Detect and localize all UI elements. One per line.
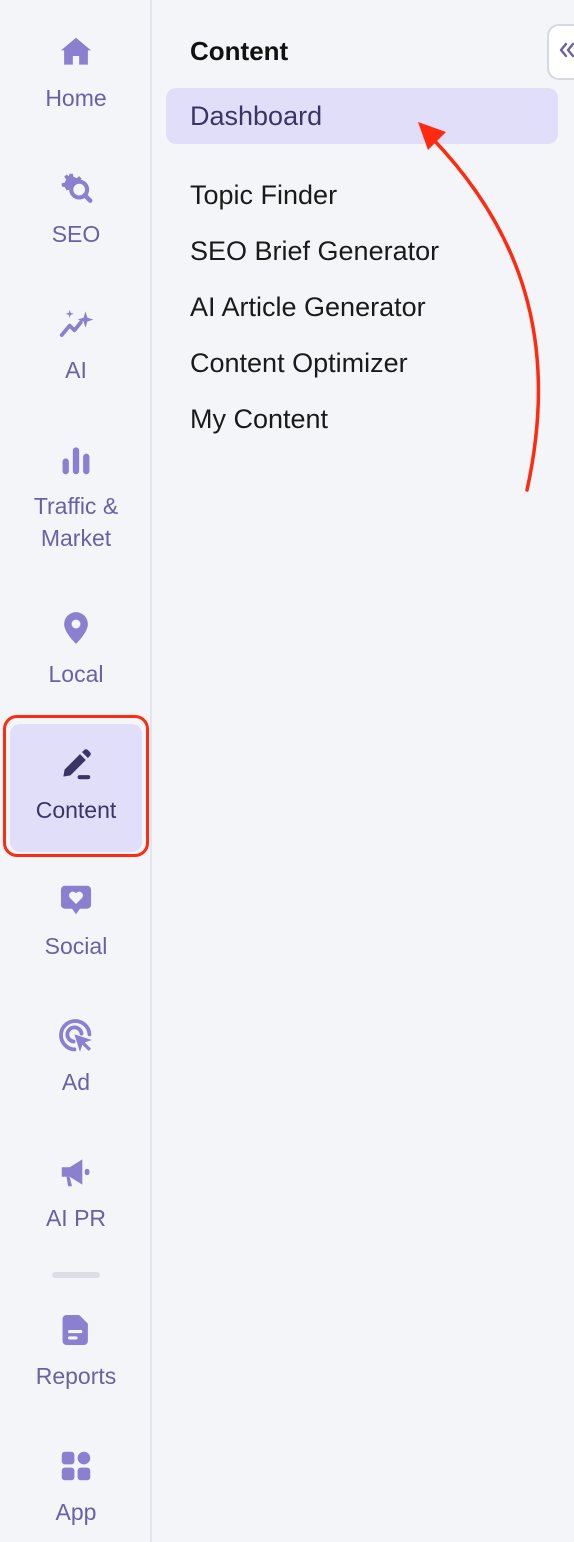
menu-item-my-content[interactable]: My Content bbox=[190, 404, 328, 435]
heart-chat-icon bbox=[56, 880, 96, 920]
rail-item-reports[interactable]: Reports bbox=[10, 1310, 142, 1392]
primary-nav-rail: Home SEO AI Traffic & Market Local Conte… bbox=[0, 0, 152, 1542]
rail-item-label: Local bbox=[48, 661, 104, 687]
apps-grid-icon bbox=[56, 1446, 96, 1486]
document-icon bbox=[56, 1310, 96, 1350]
content-submenu-panel: Content Dashboard Topic Finder SEO Brief… bbox=[152, 0, 574, 1542]
rail-item-label: Social bbox=[44, 933, 108, 959]
menu-item-topic-finder[interactable]: Topic Finder bbox=[190, 180, 337, 211]
rail-item-local[interactable]: Local bbox=[10, 608, 142, 690]
rail-item-label: Content bbox=[35, 797, 117, 823]
rail-item-ai-pr[interactable]: AI PR bbox=[10, 1152, 142, 1234]
rail-item-ad[interactable]: Ad bbox=[10, 1016, 142, 1098]
collapse-panel-button[interactable] bbox=[547, 24, 574, 80]
rail-item-label: Ad bbox=[61, 1069, 91, 1095]
rail-item-label: Reports bbox=[35, 1363, 117, 1389]
rail-item-label: AI PR bbox=[45, 1205, 107, 1231]
home-icon bbox=[56, 32, 96, 72]
menu-item-content-optimizer[interactable]: Content Optimizer bbox=[190, 348, 408, 379]
menu-item-ai-article-generator[interactable]: AI Article Generator bbox=[190, 292, 426, 323]
rail-item-app[interactable]: App bbox=[10, 1446, 142, 1528]
rail-item-label: App bbox=[55, 1499, 97, 1525]
location-pin-icon bbox=[56, 608, 96, 648]
rail-item-content[interactable]: Content bbox=[10, 724, 142, 852]
submenu-title: Content bbox=[190, 36, 289, 66]
double-chevron-left-icon bbox=[557, 40, 574, 65]
megaphone-icon bbox=[56, 1152, 96, 1192]
rail-divider bbox=[52, 1272, 100, 1278]
app-root: Home SEO AI Traffic & Market Local Conte… bbox=[0, 0, 574, 1542]
menu-item-dashboard[interactable]: Dashboard bbox=[166, 88, 558, 144]
rail-item-label: SEO bbox=[51, 221, 101, 247]
rail-item-label: Traffic & Market bbox=[33, 493, 119, 551]
rail-item-label: AI bbox=[65, 357, 87, 383]
menu-item-seo-brief-generator[interactable]: SEO Brief Generator bbox=[190, 236, 439, 267]
rail-item-ai[interactable]: AI bbox=[10, 304, 142, 386]
rail-item-label: Home bbox=[45, 85, 107, 111]
rail-item-seo[interactable]: SEO bbox=[10, 168, 142, 250]
menu-item-label: Dashboard bbox=[190, 100, 323, 131]
target-cursor-icon bbox=[56, 1016, 96, 1056]
pencil-icon bbox=[56, 744, 96, 784]
ai-sparkle-icon bbox=[56, 304, 96, 344]
rail-item-home[interactable]: Home bbox=[10, 32, 142, 114]
rail-item-social[interactable]: Social bbox=[10, 880, 142, 962]
seo-gear-search-icon bbox=[56, 168, 96, 208]
bar-chart-icon bbox=[56, 440, 96, 480]
rail-item-traffic-market[interactable]: Traffic & Market bbox=[10, 440, 142, 554]
